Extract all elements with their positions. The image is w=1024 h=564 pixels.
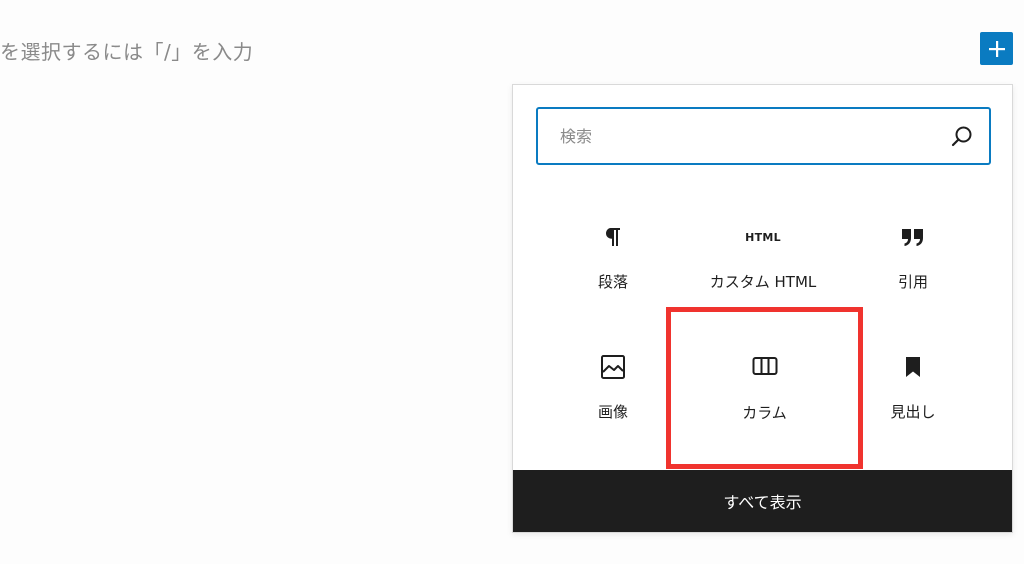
block-item-label: 見出し	[890, 403, 936, 421]
block-placeholder-text[interactable]: を選択するには「/」を入力	[0, 36, 253, 65]
search-box	[536, 107, 991, 165]
paragraph-icon	[599, 223, 627, 251]
block-inserter-popover: 段落 HTML カスタム HTML 引用 画像	[512, 84, 1013, 533]
columns-icon	[751, 352, 779, 380]
plus-icon	[988, 40, 1005, 57]
add-block-button[interactable]	[980, 32, 1013, 65]
block-item-label: 引用	[897, 273, 928, 291]
bookmark-icon	[899, 353, 927, 381]
search-icon[interactable]	[951, 125, 973, 147]
image-icon	[599, 353, 627, 381]
html-icon: HTML	[745, 230, 781, 244]
search-input[interactable]	[538, 109, 938, 163]
quote-icon	[899, 223, 927, 251]
show-all-button[interactable]: すべて表示	[513, 470, 1012, 532]
block-item-heading[interactable]: 見出し	[813, 331, 1013, 451]
block-item-quote[interactable]: 引用	[813, 201, 1013, 321]
